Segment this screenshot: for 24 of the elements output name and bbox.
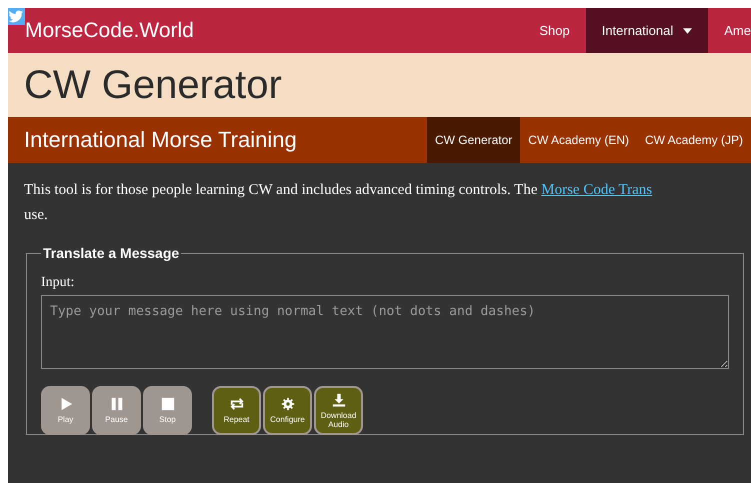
nav-link[interactable]: Ame	[708, 8, 751, 53]
repeat-icon	[230, 397, 244, 411]
download-icon	[332, 392, 346, 406]
intro-paragraph: This tool is for those people learning CW and includes advanced timing controls. The Morse Code Trans use.	[24, 181, 654, 225]
nav-link[interactable]: International	[586, 8, 708, 53]
panel-legend: Translate a Message	[41, 245, 182, 261]
repeat-button[interactable]: Repeat	[212, 386, 261, 435]
tab[interactable]: CW Academy (JP)	[636, 117, 751, 163]
section-title: International Morse Training	[24, 127, 297, 153]
configure-button[interactable]: Configure	[263, 386, 312, 435]
pause-icon	[110, 397, 124, 411]
stop-icon	[160, 397, 174, 411]
gear-icon	[280, 397, 294, 411]
input-label: Input:	[41, 275, 76, 291]
nav-link[interactable]: Shop	[523, 8, 586, 53]
download-button[interactable]: Download Audio	[314, 386, 363, 435]
tab[interactable]: CW Generator	[426, 117, 520, 163]
translator-link[interactable]: Morse Code Trans	[541, 182, 652, 198]
site-logo[interactable]: MorseCode.World	[25, 18, 194, 42]
page-title: CW Generator	[24, 62, 282, 108]
message-input[interactable]: Type your message here using normal text (not dots and dashes)	[41, 295, 729, 369]
play-icon	[58, 397, 72, 411]
tab[interactable]: CW Academy (EN)	[520, 117, 637, 163]
caret-icon[interactable]	[683, 28, 692, 34]
